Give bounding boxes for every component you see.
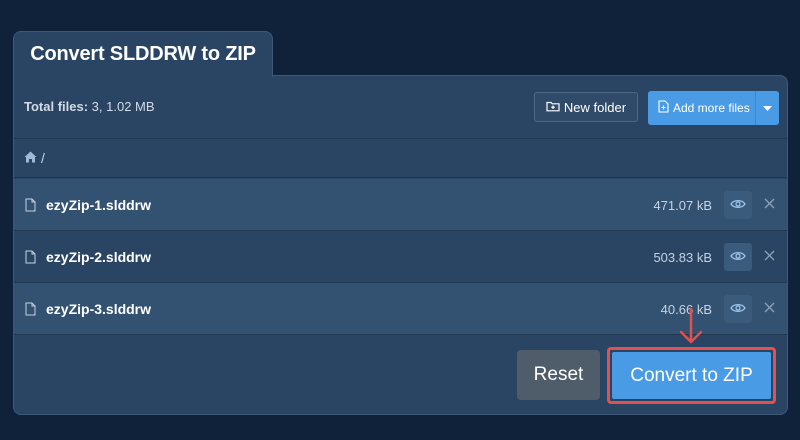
new-folder-label: New folder [563, 99, 627, 115]
breadcrumb: / [14, 138, 787, 178]
close-icon [764, 300, 775, 318]
add-more-files-button[interactable]: Add more files [648, 91, 779, 125]
remove-file-button[interactable] [760, 248, 778, 266]
file-icon [25, 250, 36, 269]
eye-icon [730, 196, 746, 214]
remove-file-button[interactable] [760, 300, 778, 318]
arrow-down-icon [678, 307, 704, 350]
reset-button[interactable]: Reset [517, 350, 600, 400]
new-folder-button[interactable]: New folder [534, 92, 638, 122]
close-icon [764, 248, 775, 266]
path-separator: / [41, 150, 45, 166]
convert-to-zip-button[interactable]: Convert to ZIP [612, 352, 771, 399]
file-icon [25, 198, 36, 217]
eye-icon [730, 300, 746, 318]
file-plus-icon [658, 100, 669, 116]
toolbar: Total files: 3, 1.02 MB New folder Add m… [14, 76, 787, 138]
eye-icon [730, 248, 746, 266]
file-row: ezyZip-3.slddrw 40.66 kB [14, 283, 787, 335]
converter-tab: Convert SLDDRW to ZIP [13, 31, 273, 77]
file-name: ezyZip-3.slddrw [46, 301, 152, 317]
total-files: Total files: 3, 1.02 MB [24, 99, 155, 114]
file-size: 471.07 kB [653, 198, 712, 213]
total-files-label: Total files: [24, 99, 89, 114]
file-size: 503.83 kB [653, 250, 712, 265]
preview-button[interactable] [724, 191, 752, 219]
file-icon [25, 302, 36, 321]
folder-plus-icon [546, 100, 560, 115]
add-files-dropdown-toggle[interactable] [756, 91, 779, 125]
file-row: ezyZip-2.slddrw 503.83 kB [14, 231, 787, 283]
file-row: ezyZip-1.slddrw 471.07 kB [14, 179, 787, 231]
preview-button[interactable] [724, 243, 752, 271]
page-title: Convert SLDDRW to ZIP [30, 43, 256, 65]
add-more-files-main[interactable]: Add more files [648, 91, 755, 125]
preview-button[interactable] [724, 295, 752, 323]
file-name: ezyZip-2.slddrw [46, 249, 152, 265]
file-panel: Total files: 3, 1.02 MB New folder Add m… [13, 75, 788, 415]
remove-file-button[interactable] [760, 196, 778, 214]
total-files-value: 3, 1.02 MB [91, 99, 155, 114]
caret-down-icon [763, 99, 772, 117]
add-more-files-label: Add more files [673, 101, 750, 115]
file-name: ezyZip-1.slddrw [46, 197, 152, 213]
home-icon[interactable] [24, 150, 37, 166]
close-icon [764, 196, 775, 214]
